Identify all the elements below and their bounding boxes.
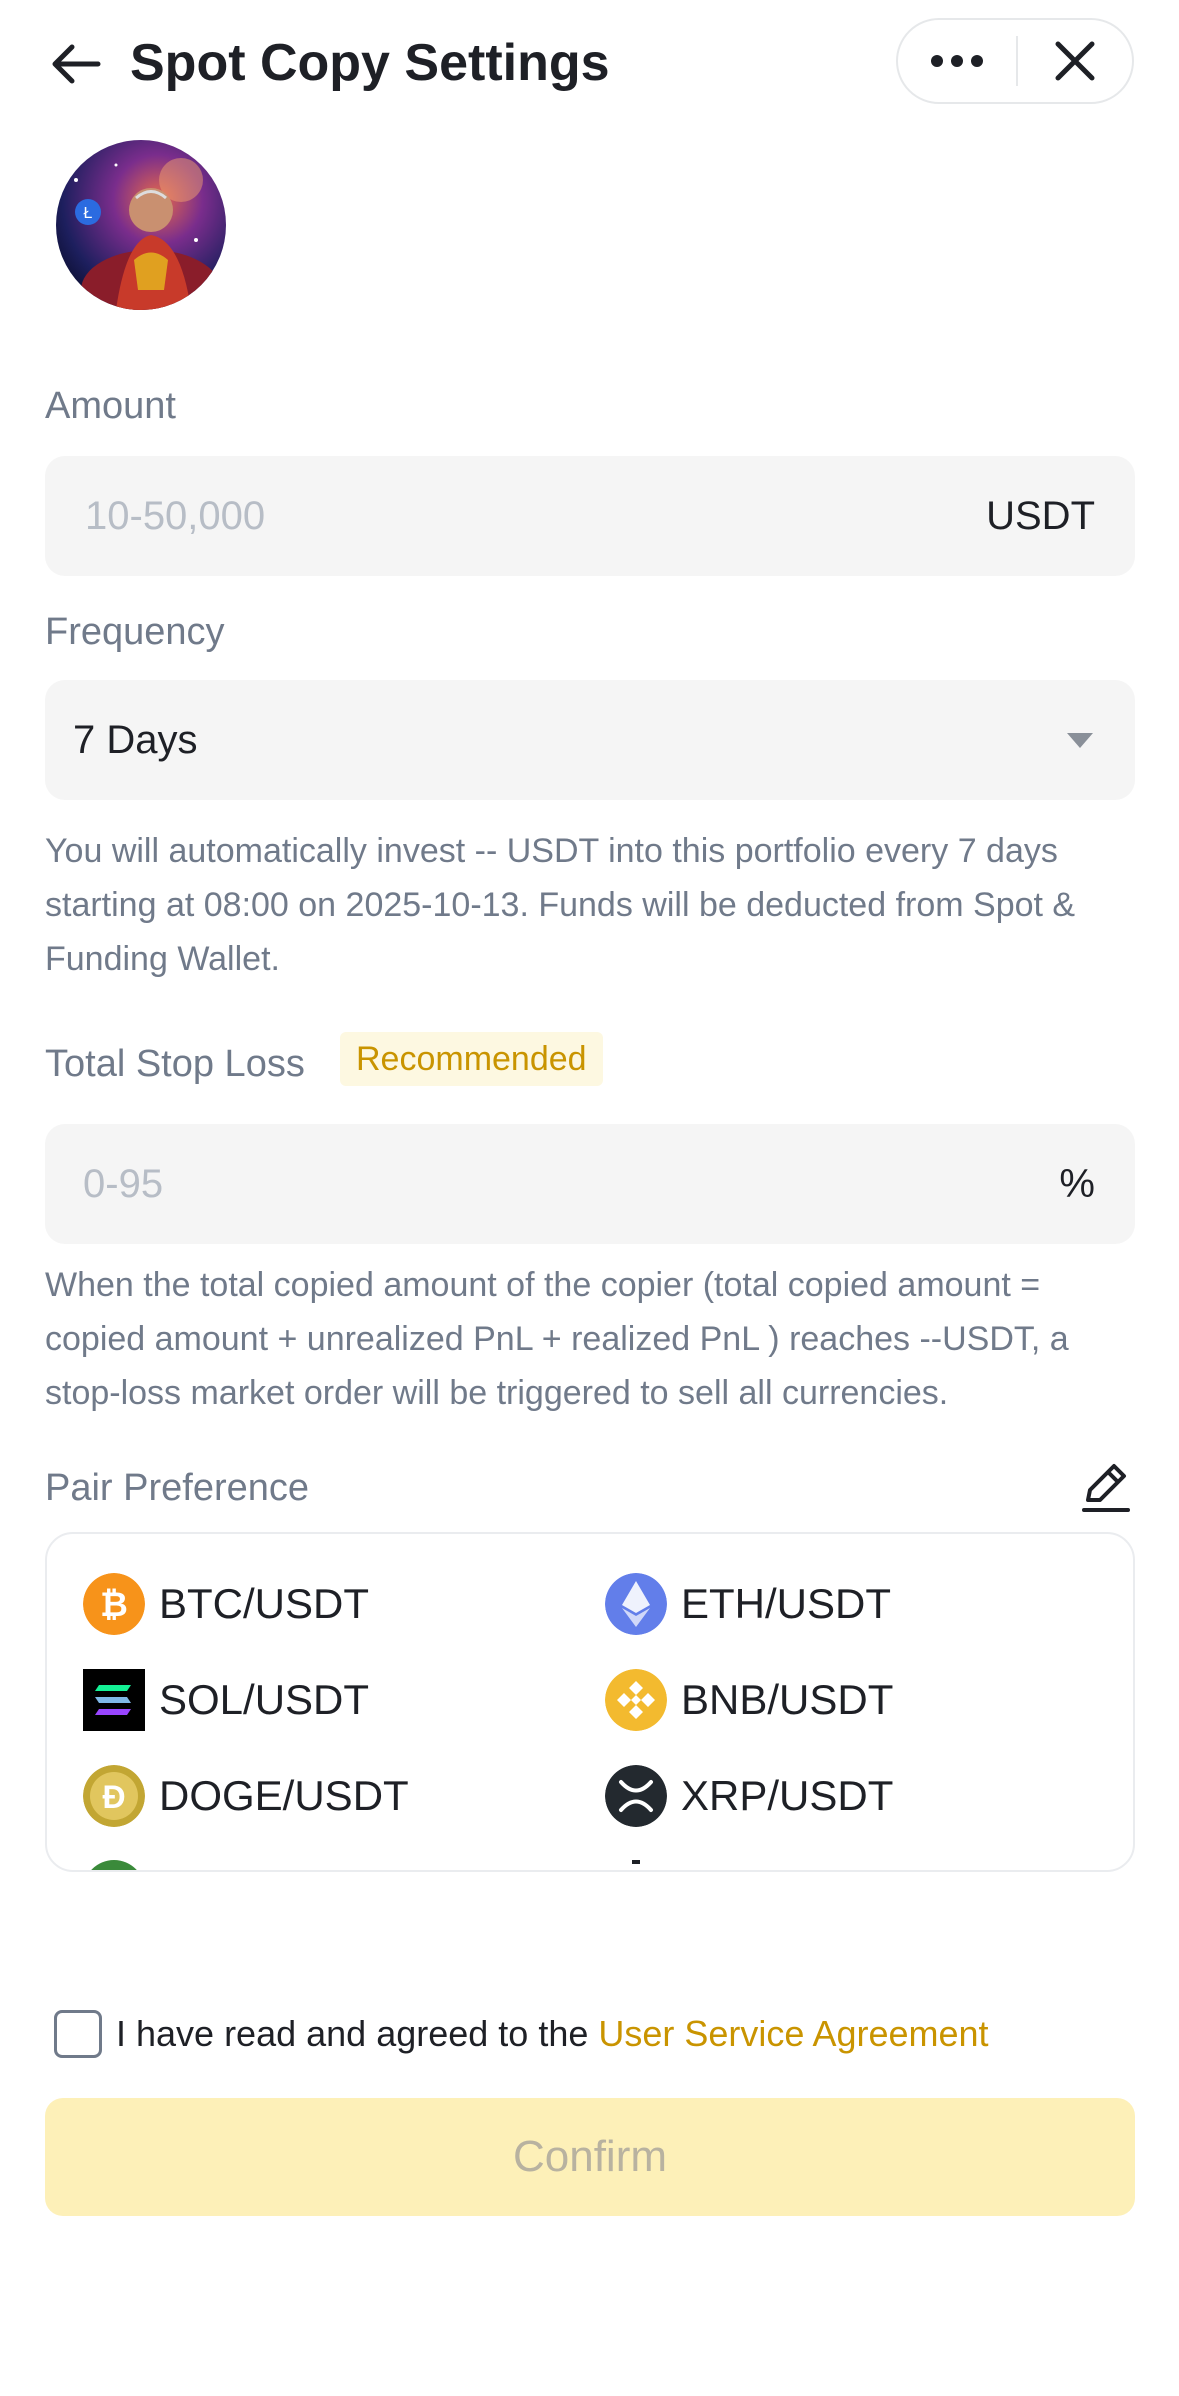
doge-icon: Ð	[83, 1765, 145, 1827]
trader-avatar: Ł	[56, 140, 226, 310]
recommended-badge: Recommended	[340, 1032, 603, 1086]
pair-name: BTC/USDT	[159, 1580, 369, 1627]
pair-preference-label: Pair Preference	[45, 1467, 310, 1509]
close-icon	[1055, 41, 1095, 81]
pair-item-sol: SOL/USDT	[83, 1668, 369, 1732]
pair-name: BNB/USDT	[681, 1676, 894, 1723]
arrow-left-icon	[52, 44, 101, 84]
svg-text:Ð: Ð	[102, 1779, 125, 1815]
stop-loss-description: When the total copied amount of the copi…	[45, 1266, 1069, 1412]
more-icon	[931, 55, 983, 67]
pair-item-bnb: BNB/USDT	[605, 1668, 893, 1732]
amount-input[interactable]: 10-50,000 USDT	[45, 456, 1135, 576]
chevron-down-icon	[1067, 733, 1093, 748]
pair-name: SOL/USDT	[159, 1676, 370, 1723]
more-button[interactable]	[898, 20, 1016, 102]
pair-item-btc: ₿ BTC/USDT	[83, 1572, 369, 1636]
confirm-button[interactable]: Confirm	[45, 2098, 1135, 2216]
frequency-description: You will automatically invest -- USDT in…	[45, 832, 1076, 978]
xrp-icon	[605, 1765, 667, 1827]
stop-loss-unit: %	[1059, 1162, 1095, 1206]
pair-list: ₿ BTC/USDT ETH/USDT SOL/USDT BNB/USDT Ð …	[45, 1532, 1135, 1872]
back-button[interactable]	[40, 28, 112, 100]
stop-loss-input[interactable]: 0-95 %	[45, 1124, 1135, 1244]
pair-name: XRP/USDT	[681, 1772, 894, 1819]
agreement-text: I have read and agreed to the User Servi…	[116, 2008, 989, 2060]
pair-item-eth: ETH/USDT	[605, 1572, 891, 1636]
user-service-agreement-link[interactable]: User Service Agreement	[598, 2013, 988, 2054]
close-button[interactable]	[1018, 20, 1132, 102]
next-coin-icon	[632, 1860, 640, 1864]
pair-name: DOGE/USDT	[159, 1772, 409, 1819]
bnb-icon	[605, 1669, 667, 1731]
btc-icon: ₿	[83, 1573, 145, 1635]
amount-label: Amount	[45, 385, 176, 427]
stop-loss-label: Total Stop Loss	[45, 1043, 305, 1085]
pair-item-xrp: XRP/USDT	[605, 1764, 893, 1828]
pencil-icon	[1082, 1464, 1130, 1512]
frequency-value: 7 Days	[73, 718, 198, 762]
amount-placeholder: 10-50,000	[85, 494, 266, 538]
amount-unit: USDT	[986, 494, 1095, 538]
frequency-select[interactable]: 7 Days	[45, 680, 1135, 800]
pair-item-doge: Ð DOGE/USDT	[83, 1764, 409, 1828]
edit-pairs-button[interactable]	[1078, 1458, 1134, 1514]
frequency-label: Frequency	[45, 611, 225, 653]
svg-text:Ł: Ł	[84, 205, 93, 222]
eth-icon	[605, 1573, 667, 1635]
stop-loss-placeholder: 0-95	[83, 1162, 164, 1206]
sol-icon	[83, 1669, 145, 1731]
pair-name: ETH/USDT	[681, 1580, 891, 1627]
agreement-checkbox[interactable]	[54, 2010, 102, 2058]
header-actions	[896, 18, 1134, 104]
svg-text:₿: ₿	[100, 1586, 128, 1624]
agreement-label: I have read and agreed to the	[116, 2013, 599, 2054]
page-title: Spot Copy Settings	[130, 34, 610, 92]
next-coin-icon	[83, 1860, 145, 1870]
